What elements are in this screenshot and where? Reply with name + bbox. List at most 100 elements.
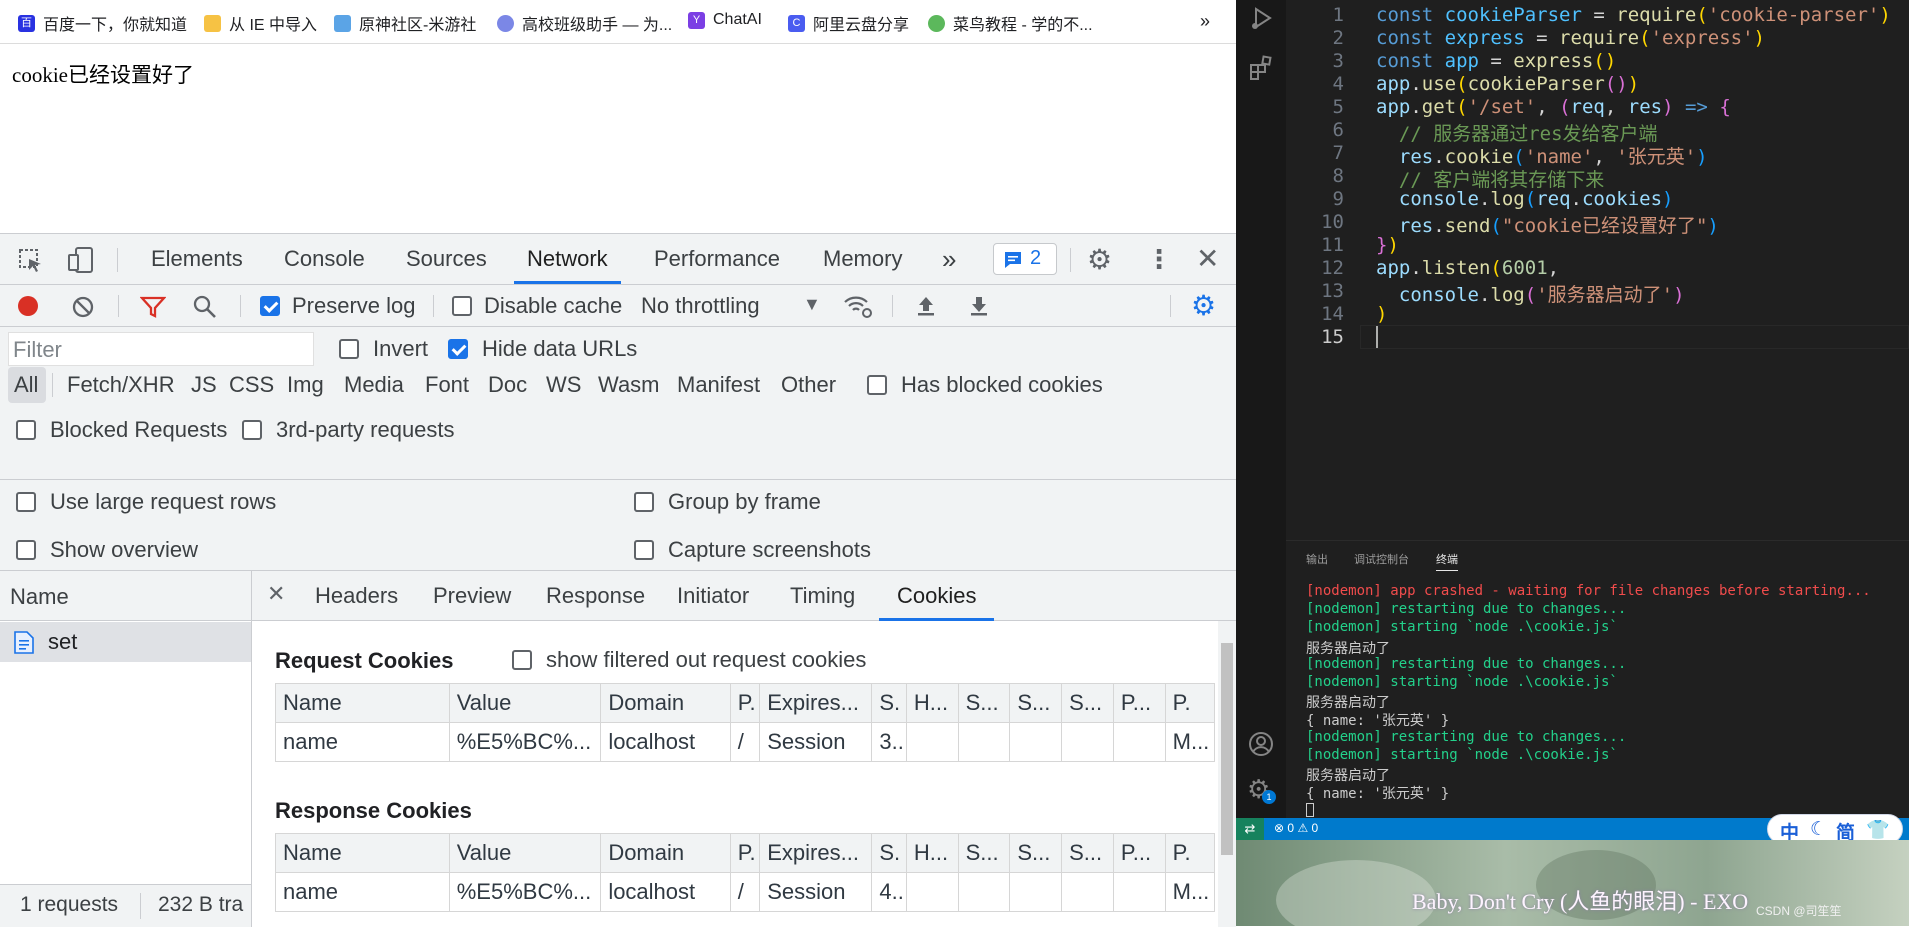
- bookmark-item[interactable]: 高校班级助手 — 为...: [497, 11, 672, 35]
- tab-performance[interactable]: Performance: [654, 234, 780, 284]
- cookie-row[interactable]: name %E5%BC%... localhost / Session 3.. M...: [275, 722, 1216, 762]
- bookmarks-overflow-button[interactable]: »: [1200, 11, 1210, 32]
- type-filter-media[interactable]: Media: [344, 372, 404, 398]
- cookie-column-header[interactable]: S...: [1061, 683, 1114, 723]
- chevron-down-icon[interactable]: ▼: [803, 295, 821, 313]
- remote-icon[interactable]: ⇄: [1236, 818, 1264, 840]
- more-options-icon[interactable]: ⋮: [1146, 246, 1172, 272]
- blocked-requests-checkbox[interactable]: [16, 420, 36, 440]
- tab-timing[interactable]: Timing: [790, 571, 855, 621]
- settings-gear-icon[interactable]: ⚙: [1087, 246, 1112, 274]
- type-filter-ws[interactable]: WS: [546, 372, 581, 398]
- cookie-column-header[interactable]: P.: [729, 683, 761, 723]
- cookie-column-header[interactable]: S...: [1009, 683, 1063, 723]
- cookie-column-header[interactable]: S...: [1061, 833, 1114, 873]
- type-filter-doc[interactable]: Doc: [488, 372, 527, 398]
- cookie-column-header[interactable]: H...: [905, 683, 959, 723]
- account-icon[interactable]: [1247, 730, 1275, 758]
- type-filter-font[interactable]: Font: [425, 372, 469, 398]
- cookie-column-header[interactable]: Value: [448, 833, 602, 873]
- scrollbar-thumb[interactable]: [1221, 643, 1233, 855]
- cookie-column-header[interactable]: S...: [1009, 833, 1063, 873]
- name-column-header[interactable]: Name: [10, 584, 69, 610]
- type-filter-wasm[interactable]: Wasm: [598, 372, 660, 398]
- cookie-column-header[interactable]: S...: [957, 683, 1011, 723]
- tab-memory[interactable]: Memory: [823, 234, 902, 284]
- filter-icon[interactable]: [140, 295, 166, 319]
- request-row[interactable]: set: [0, 622, 251, 662]
- cookie-column-header[interactable]: P.: [729, 833, 761, 873]
- cookie-column-header[interactable]: Domain: [600, 683, 731, 723]
- cookie-column-header[interactable]: P.: [1164, 683, 1216, 723]
- panel-tab-terminal[interactable]: 终端: [1436, 551, 1458, 571]
- tab-preview[interactable]: Preview: [433, 571, 511, 621]
- device-toolbar-icon[interactable]: [66, 245, 96, 275]
- large-rows-checkbox[interactable]: [16, 492, 36, 512]
- cookie-column-header[interactable]: Value: [448, 683, 602, 723]
- problems-indicator[interactable]: ⊗ 0 ⚠ 0: [1274, 821, 1318, 835]
- has-blocked-cookies-checkbox[interactable]: [867, 375, 887, 395]
- tab-network[interactable]: Network: [514, 234, 621, 284]
- type-filter-css[interactable]: CSS: [229, 372, 274, 398]
- extensions-icon[interactable]: [1248, 54, 1276, 82]
- panel-tab-debug-console[interactable]: 调试控制台: [1354, 551, 1409, 567]
- show-filtered-checkbox[interactable]: [512, 650, 532, 670]
- clear-icon[interactable]: [71, 295, 95, 319]
- type-filter-js[interactable]: JS: [191, 372, 217, 398]
- cookie-column-header[interactable]: Name: [275, 683, 450, 723]
- cookie-column-header[interactable]: P.: [1164, 833, 1216, 873]
- issues-badge[interactable]: 2: [993, 243, 1057, 275]
- bookmark-item[interactable]: 从 IE 中导入: [204, 11, 317, 35]
- terminal-output[interactable]: [nodemon] app crashed - waiting for file…: [1286, 583, 1909, 819]
- cookie-column-header[interactable]: Expires...: [759, 833, 873, 873]
- show-overview-checkbox[interactable]: [16, 540, 36, 560]
- filter-input[interactable]: Filter: [8, 332, 314, 366]
- type-filter-fetch-xhr[interactable]: Fetch/XHR: [67, 372, 175, 398]
- network-settings-gear-icon[interactable]: ⚙: [1191, 292, 1216, 320]
- export-har-icon[interactable]: [967, 294, 991, 318]
- inspect-element-icon[interactable]: [17, 247, 45, 275]
- code-editor[interactable]: 1 const cookieParser = require('cookie-pa…: [1286, 0, 1909, 540]
- bookmark-item[interactable]: 百百度一下，你就知道: [18, 11, 187, 35]
- capture-screenshots-checkbox[interactable]: [634, 540, 654, 560]
- tab-console[interactable]: Console: [284, 234, 365, 284]
- record-icon[interactable]: [18, 296, 38, 316]
- cookie-row[interactable]: name %E5%BC%... localhost / Session 4.. M...: [275, 872, 1216, 912]
- type-filter-other[interactable]: Other: [781, 372, 836, 398]
- cookie-column-header[interactable]: P...: [1112, 833, 1166, 873]
- cookie-column-header[interactable]: S.: [871, 683, 907, 723]
- disable-cache-checkbox[interactable]: [452, 296, 472, 316]
- search-icon[interactable]: [192, 294, 218, 320]
- bookmark-item[interactable]: 原神社区-米游社: [334, 11, 476, 35]
- import-har-icon[interactable]: [914, 294, 938, 318]
- close-details-icon[interactable]: ✕: [267, 583, 285, 605]
- tab-initiator[interactable]: Initiator: [677, 571, 749, 621]
- bookmark-item[interactable]: C 阿里云盘分享: [788, 11, 909, 35]
- cookie-column-header[interactable]: Expires...: [759, 683, 873, 723]
- more-tabs-button[interactable]: »: [942, 234, 956, 284]
- third-party-checkbox[interactable]: [242, 420, 262, 440]
- details-scrollbar[interactable]: [1218, 621, 1236, 927]
- run-debug-icon[interactable]: [1248, 4, 1276, 32]
- cookie-column-header[interactable]: S...: [957, 833, 1011, 873]
- hide-data-urls-checkbox[interactable]: [448, 339, 468, 359]
- cookie-column-header[interactable]: Name: [275, 833, 450, 873]
- cookie-column-header[interactable]: S.: [871, 833, 907, 873]
- type-filter-img[interactable]: Img: [287, 372, 324, 398]
- preserve-log-checkbox[interactable]: [260, 296, 280, 316]
- panel-tab-output[interactable]: 输出: [1306, 551, 1328, 567]
- cookie-column-header[interactable]: Domain: [600, 833, 731, 873]
- tab-cookies[interactable]: Cookies: [879, 571, 995, 621]
- tab-elements[interactable]: Elements: [151, 234, 243, 284]
- bookmark-item[interactable]: 菜鸟教程 - 学的不...: [928, 11, 1093, 35]
- network-conditions-icon[interactable]: [843, 293, 873, 319]
- invert-checkbox[interactable]: [339, 339, 359, 359]
- type-filter-manifest[interactable]: Manifest: [677, 372, 760, 398]
- tab-response[interactable]: Response: [546, 571, 645, 621]
- cookie-column-header[interactable]: P...: [1112, 683, 1166, 723]
- bookmark-item[interactable]: Y ChatAI: [688, 11, 762, 29]
- tab-headers[interactable]: Headers: [315, 571, 398, 621]
- tab-sources[interactable]: Sources: [406, 234, 487, 284]
- cookie-column-header[interactable]: H...: [905, 833, 959, 873]
- throttling-select[interactable]: No throttling: [641, 293, 760, 319]
